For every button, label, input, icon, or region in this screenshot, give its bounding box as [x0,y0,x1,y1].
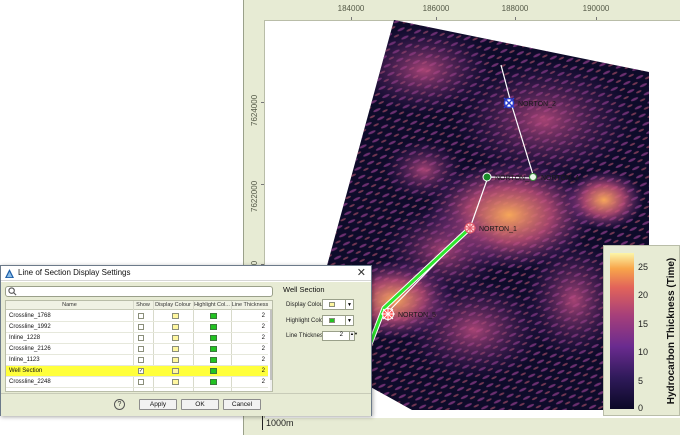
show-checkbox[interactable] [138,346,144,352]
scalebar-label: 1000m [266,418,294,428]
display-colour-swatch[interactable] [172,335,179,341]
column-header-name[interactable]: Name [6,302,133,308]
close-icon[interactable]: ✕ [357,266,366,279]
table-row-selected[interactable]: Well Section ✓ 2 [6,366,268,377]
table-scrollbar[interactable] [270,310,272,391]
cancel-button[interactable]: Cancel [223,399,261,410]
display-colour-label: Display Colour [286,302,326,308]
row-name: Crossline_2126 [9,346,51,352]
colorbar-tick: 20 [638,290,649,300]
table-row[interactable]: Crossline_1768 2 [6,311,268,322]
well-label-norton-1: NORTON_1 [479,226,517,233]
table-row[interactable]: Crossline_2248 2 [6,377,268,388]
colorbar-tick: 15 [638,319,649,329]
highlight-colour-swatch[interactable] [210,313,217,319]
show-checkbox[interactable]: ✓ [138,368,144,374]
line-thickness-value[interactable]: 2 [262,313,265,319]
display-colour-swatch[interactable] [172,379,179,385]
show-checkbox[interactable] [138,313,144,319]
row-name: Crossline_2248 [9,379,51,385]
line-thickness-input[interactable]: 2 [322,331,350,341]
row-name: Inline_1228 [9,335,41,341]
highlight-colour-swatch[interactable] [210,368,217,374]
row-name: Inline_1123 [9,357,40,363]
row-name: Well Section [9,368,43,374]
line-thickness-spinner[interactable]: ▲▼ [349,331,358,341]
well-marker-norton-2[interactable]: NORTON_2 [502,96,572,110]
display-colour-swatch [329,302,335,307]
highlight-colour-swatch[interactable] [210,324,217,330]
help-icon[interactable]: ? [114,399,125,410]
search-icon [8,287,17,296]
display-colour-swatch[interactable] [172,324,179,330]
line-of-section-dialog[interactable]: Line of Section Display Settings ✕ Name … [0,265,372,416]
well-section-title: Well Section [283,285,325,294]
show-checkbox[interactable] [138,335,144,341]
colorbar-tick: 25 [638,262,649,272]
display-colour-swatch[interactable] [172,368,179,374]
highlight-colour-swatch[interactable] [210,357,217,363]
well-marker-norton-1[interactable]: NORTON_1 [463,221,523,235]
column-header-display-colour[interactable]: Display Colour [153,302,193,308]
line-list-table[interactable]: Name Show Display Colour Highlight Col..… [5,300,273,392]
dialog-title: Line of Section Display Settings [18,268,131,277]
apply-button[interactable]: Apply [139,399,177,410]
colorbar-title: Hydrocarbon Thickness (Time) [666,257,677,405]
table-header: Name Show Display Colour Highlight Col..… [6,301,272,310]
line-thickness-value[interactable]: 2 [262,368,265,374]
table-row[interactable]: Inline_1228 2 [6,333,268,344]
line-thickness-value[interactable]: 2 [262,335,265,341]
highlight-colour-swatch [329,318,335,323]
colorbar-gradient [610,253,634,409]
table-row[interactable]: Inline_1123 2 [6,355,268,366]
colorbar-tick: 10 [638,347,649,357]
line-thickness-value[interactable]: 2 [262,324,265,330]
column-header-line-thickness[interactable]: Line Thickness [231,302,269,308]
highlight-colour-swatch[interactable] [210,379,217,385]
well-label-norton-5: NORTON_5 [398,312,436,319]
column-header-show[interactable]: Show [133,302,153,308]
line-thickness-label: Line Thickness [286,333,326,339]
column-header-highlight-colour[interactable]: Highlight Col... [193,302,231,308]
colorbar-tick: 5 [638,376,644,386]
display-colour-picker[interactable] [322,299,346,310]
display-colour-swatch[interactable] [172,313,179,319]
line-thickness-value[interactable]: 2 [262,346,265,352]
dialog-titlebar[interactable]: Line of Section Display Settings ✕ [1,266,371,281]
app-logo-icon [5,269,14,278]
ok-button[interactable]: OK [181,399,219,410]
highlight-colour-swatch[interactable] [210,346,217,352]
display-colour-swatch[interactable] [172,346,179,352]
highlight-colour-dropdown[interactable]: ▼ [345,315,354,326]
well-label-norton-4: NORTON_4 [541,175,579,182]
table-row[interactable]: Crossline_2126 2 [6,344,268,355]
well-label-norton-2: NORTON_2 [518,101,556,108]
row-name: Crossline_1768 [9,313,51,319]
highlight-colour-picker[interactable] [322,315,346,326]
line-thickness-value[interactable]: 2 [262,379,265,385]
show-checkbox[interactable] [138,357,144,363]
well-marker-norton-5[interactable]: NORTON_5 [381,306,451,322]
line-thickness-value[interactable]: 2 [262,357,265,363]
colorbar-legend: 25 20 15 10 5 0 Hydrocarbon Thickness (T… [603,245,680,416]
show-checkbox[interactable] [138,379,144,385]
footer-divider [1,393,371,394]
colorbar-tick: 0 [638,403,644,413]
highlight-colour-swatch[interactable] [210,335,217,341]
display-colour-dropdown[interactable]: ▼ [345,299,354,310]
well-marker-norton-4[interactable]: NORTON_4 [527,171,587,185]
display-colour-swatch[interactable] [172,357,179,363]
scrollbar-thumb[interactable] [270,310,272,380]
table-row[interactable]: Crossline_1992 2 [6,322,268,333]
search-input[interactable] [5,286,273,297]
row-name: Crossline_1992 [9,324,51,330]
show-checkbox[interactable] [138,324,144,330]
scalebar-line [262,416,263,430]
